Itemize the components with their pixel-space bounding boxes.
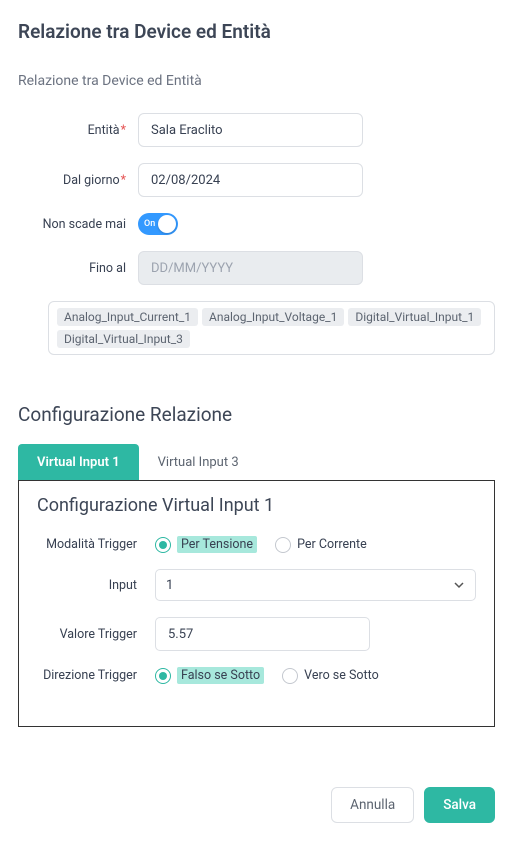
radio-per-tensione[interactable]: Per Tensione bbox=[155, 536, 257, 553]
radio-falso-se-sotto[interactable]: Falso se Sotto bbox=[155, 667, 264, 684]
tag-item[interactable]: Digital_Virtual_Input_1 bbox=[348, 308, 481, 326]
radio-vero-se-sotto[interactable]: Vero se Sotto bbox=[282, 668, 379, 684]
tabs: Virtual Input 1 Virtual Input 3 bbox=[18, 444, 495, 480]
page-title: Relazione tra Device ed Entità bbox=[18, 20, 495, 43]
entity-label: Entità bbox=[18, 123, 126, 138]
radio-label: Vero se Sotto bbox=[304, 668, 379, 683]
save-button[interactable]: Salva bbox=[424, 787, 495, 823]
radio-icon bbox=[275, 537, 291, 553]
trigger-direction-label: Direzione Trigger bbox=[37, 668, 137, 683]
tag-item[interactable]: Digital_Virtual_Input_3 bbox=[57, 330, 190, 348]
entity-field[interactable] bbox=[138, 113, 363, 147]
radio-label: Per Corrente bbox=[297, 537, 367, 552]
toggle-knob bbox=[158, 215, 176, 233]
radio-per-corrente[interactable]: Per Corrente bbox=[275, 537, 367, 553]
from-date-field[interactable] bbox=[138, 163, 363, 197]
trigger-direction-group: Falso se Sotto Vero se Sotto bbox=[155, 667, 379, 684]
input-label: Input bbox=[37, 578, 137, 593]
never-expires-toggle[interactable]: On bbox=[138, 213, 178, 235]
tag-item[interactable]: Analog_Input_Current_1 bbox=[57, 308, 198, 326]
inputs-multiselect[interactable]: Analog_Input_Current_1 Analog_Input_Volt… bbox=[48, 301, 495, 355]
tab-virtual-input-1[interactable]: Virtual Input 1 bbox=[18, 444, 139, 480]
radio-icon bbox=[282, 668, 298, 684]
tab-panel: Configurazione Virtual Input 1 Modalità … bbox=[18, 480, 495, 727]
tab-virtual-input-3[interactable]: Virtual Input 3 bbox=[139, 444, 258, 480]
radio-icon bbox=[155, 537, 171, 553]
tab-panel-title: Configurazione Virtual Input 1 bbox=[37, 495, 476, 516]
config-section-title: Configurazione Relazione bbox=[18, 403, 495, 426]
cancel-button[interactable]: Annulla bbox=[331, 787, 414, 823]
radio-icon bbox=[155, 668, 171, 684]
trigger-value-label: Valore Trigger bbox=[37, 627, 137, 642]
input-select[interactable]: 1 bbox=[155, 569, 476, 601]
until-date-label: Fino al bbox=[18, 261, 126, 276]
radio-label: Per Tensione bbox=[177, 536, 257, 553]
trigger-value-field[interactable] bbox=[155, 617, 370, 651]
until-date-field bbox=[138, 251, 363, 285]
tag-item[interactable]: Analog_Input_Voltage_1 bbox=[202, 308, 344, 326]
never-expires-label: Non scade mai bbox=[18, 217, 126, 232]
trigger-mode-label: Modalità Trigger bbox=[37, 537, 137, 552]
section-subtitle: Relazione tra Device ed Entità bbox=[18, 73, 495, 89]
radio-label: Falso se Sotto bbox=[177, 667, 264, 684]
trigger-mode-group: Per Tensione Per Corrente bbox=[155, 536, 367, 553]
toggle-on-text: On bbox=[144, 219, 155, 229]
from-date-label: Dal giorno bbox=[18, 173, 126, 188]
footer: Annulla Salva bbox=[18, 787, 495, 823]
